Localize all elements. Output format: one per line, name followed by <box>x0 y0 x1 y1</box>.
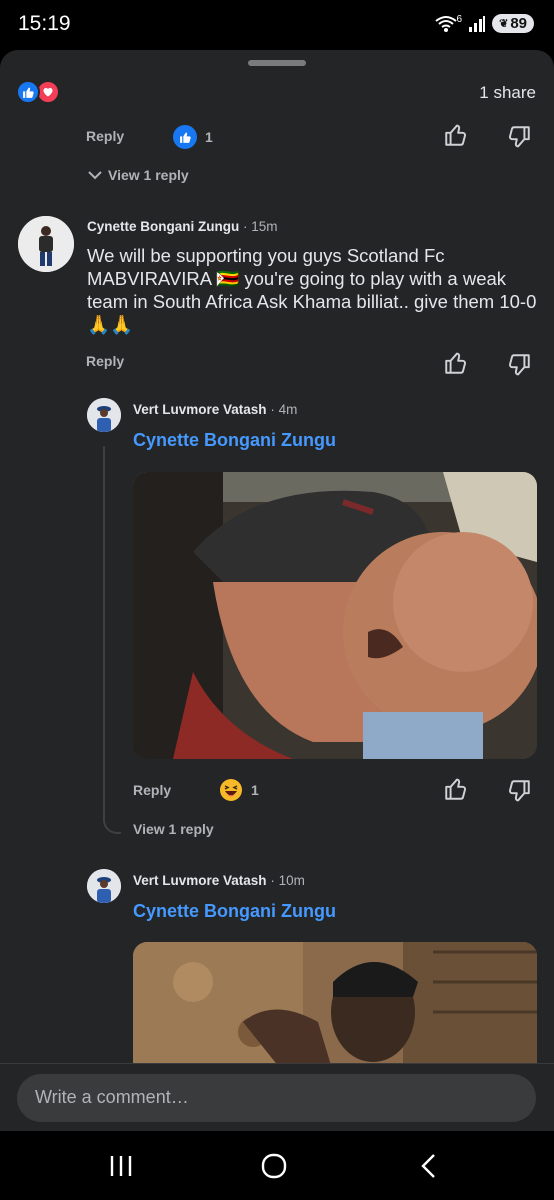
mention-link[interactable]: Cynette Bongani Zungu <box>133 901 336 922</box>
reply-button[interactable]: Reply <box>86 353 124 369</box>
person-avatar-icon <box>87 869 121 903</box>
reply-reactions[interactable]: 1 <box>219 778 259 802</box>
meme-image-photo[interactable] <box>133 472 537 759</box>
comment-text-line: 🙏🙏 <box>87 314 134 335</box>
haha-emoji-icon <box>220 779 242 801</box>
drag-handle[interactable] <box>248 60 306 66</box>
comment-text-line: MABVIRAVIRA 🇿🇼 you're going to play with… <box>87 268 507 289</box>
view-replies-label: View 1 reply <box>108 167 189 183</box>
comment-text-line: We will be supporting you guys Scotland … <box>87 245 445 266</box>
thumbs-down-icon[interactable] <box>506 778 532 804</box>
author-name[interactable]: Vert Luvmore Vatash <box>133 873 267 888</box>
system-nav-bar <box>0 1131 554 1200</box>
author-name[interactable]: Cynette Bongani Zungu <box>87 219 239 234</box>
thread-curve <box>103 816 121 834</box>
post-reactions[interactable] <box>16 80 60 104</box>
share-count[interactable]: 1 share <box>479 83 536 103</box>
battery-level: 89 <box>510 15 527 32</box>
battery-saver-icon: ❦ <box>499 18 509 30</box>
view-replies-label: View 1 reply <box>133 821 214 837</box>
network-type: 6 <box>456 14 463 25</box>
comment-reactions[interactable]: 1 <box>173 125 213 149</box>
thumbs-up-icon[interactable] <box>443 776 469 802</box>
thread-line <box>103 446 105 816</box>
reply-button[interactable]: Reply <box>86 128 124 144</box>
recent-apps-icon[interactable] <box>106 1151 136 1181</box>
view-replies-link[interactable]: View 1 reply <box>88 167 189 183</box>
comments-sheet: 1 share Reply 1 View 1 reply Cynette Bon… <box>0 50 554 1130</box>
comment-composer: Write a comment… <box>0 1063 554 1131</box>
reply-timestamp: · 4m <box>270 402 298 417</box>
like-reaction-icon <box>173 125 197 149</box>
reply-button[interactable]: Reply <box>133 782 171 798</box>
comment-input[interactable]: Write a comment… <box>17 1074 536 1122</box>
like-reaction-icon <box>16 80 40 104</box>
person-avatar-icon <box>18 216 74 272</box>
thumbs-down-icon[interactable] <box>506 124 532 150</box>
reaction-count: 1 <box>205 129 213 145</box>
author-name[interactable]: Vert Luvmore Vatash <box>133 402 267 417</box>
reply-timestamp: · 10m <box>270 873 305 888</box>
reaction-count: 1 <box>251 782 259 798</box>
wifi-icon <box>434 15 457 32</box>
mention-link[interactable]: Cynette Bongani Zungu <box>133 430 336 451</box>
thumbs-up-icon[interactable] <box>443 122 469 148</box>
home-icon[interactable] <box>259 1151 289 1181</box>
back-icon[interactable] <box>415 1151 445 1181</box>
battery-indicator: ❦ 89 <box>492 14 534 33</box>
chevron-down-icon <box>88 171 102 180</box>
reply-image <box>133 472 537 759</box>
comment-timestamp: · 15m <box>243 219 278 234</box>
avatar[interactable] <box>87 398 121 432</box>
status-bar: 15:19 6 ❦ 89 <box>0 0 554 50</box>
thumbs-down-icon[interactable] <box>506 352 532 378</box>
status-time: 15:19 <box>18 12 71 35</box>
comment-body: We will be supporting you guys Scotland … <box>87 244 542 336</box>
comment-text-line: team in South Africa Ask Khama billiat..… <box>87 291 537 312</box>
reply-author[interactable]: Vert Luvmore Vatash · 10m <box>133 873 305 888</box>
avatar[interactable] <box>18 216 74 272</box>
avatar[interactable] <box>87 869 121 903</box>
signal-icon <box>469 15 486 32</box>
comment-author[interactable]: Cynette Bongani Zungu · 15m <box>87 219 278 234</box>
reply-author[interactable]: Vert Luvmore Vatash · 4m <box>133 402 297 417</box>
view-replies-link[interactable]: View 1 reply <box>133 821 214 837</box>
person-avatar-icon <box>87 398 121 432</box>
thumbs-up-icon[interactable] <box>443 350 469 376</box>
status-icons: 6 ❦ 89 <box>434 14 534 33</box>
